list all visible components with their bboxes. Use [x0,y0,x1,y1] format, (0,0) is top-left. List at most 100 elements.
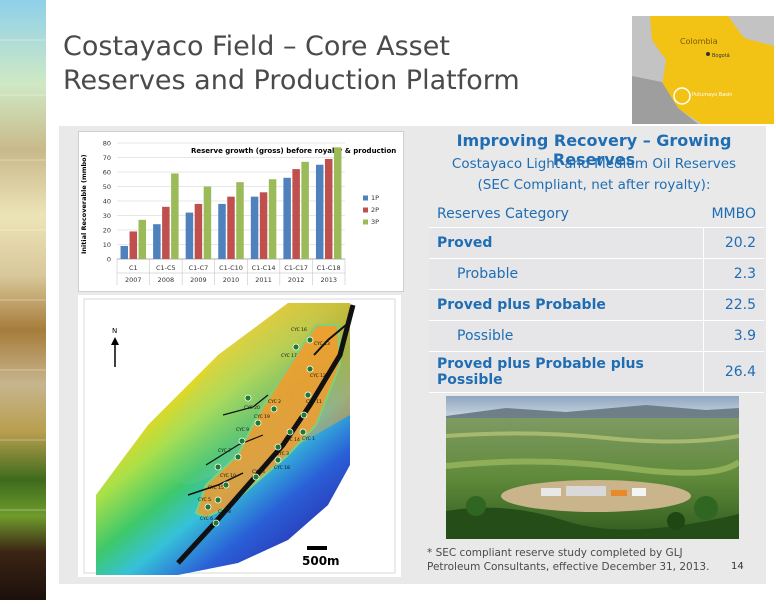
x-tick-label: C1-C18 [317,264,341,272]
y-tick-label: 50 [103,183,111,191]
well-label: CYC 3 [276,451,289,457]
x-tick-label: C1-C7 [189,264,209,272]
y-tick-label: 10 [103,241,111,249]
bar-2p-c1-c18 [324,158,333,259]
well-label: CYC 2 [268,399,281,405]
well-label: CYC 10 [220,473,236,479]
legend-swatch-1p [363,195,368,201]
well-label: CYC 8 [218,509,231,515]
bar-3p-c1-c5 [171,173,179,259]
x-tick-label: C1-C17 [284,264,308,272]
bar-3p-c1-c18 [333,147,342,259]
well-label: CYC 13 [314,341,330,347]
reserve-category-label: Proved plus Probable plus Possible [429,351,704,393]
chart-svg: Reserve growth (gross) before royalty & … [80,140,396,285]
chart-y-axis-label: Initial Recoverable (mmbo) [80,154,88,254]
location-map: Colombia Bogotá Putumayo Basin [632,16,774,124]
well-label: CYC 9 [236,427,249,433]
reserve-category-label: Proved [429,227,704,259]
scale-bar [307,546,327,550]
x-tick-label: C1-C10 [219,264,243,272]
year-label: 2012 [288,276,305,284]
title-line-2: Reserves and Production Platform [63,65,520,96]
well-label: CYC 5 [198,497,211,503]
well-label: CYC 20 [244,405,260,411]
table-row: Probable 2.3 [429,258,764,290]
x-tick-label: C1 [129,264,138,272]
well-label: CYC 11 [306,399,322,405]
bar-1p-c1-c10 [218,203,226,259]
city-label: Bogotá [712,52,730,59]
bar-1p-c1-c17 [283,177,291,259]
bar-3p-c1 [138,219,147,259]
legend-swatch-3p [363,219,368,225]
footnote: * SEC compliant reserve study completed … [427,547,710,573]
column-header-mmbo: MMBO [703,201,764,228]
reserves-subtitle-2: (SEC Compliant, net after royalty): [477,177,711,193]
bar-2p-c1-c7 [194,203,203,259]
legend-label-1p: 1P [371,194,379,202]
year-label: 2011 [255,276,272,284]
table-header-row: Reserves Category MMBO [429,201,764,228]
bar-3p-c1-c14 [268,179,277,259]
basin-label: Putumayo Basin [692,92,732,98]
bar-1p-c1-c5 [153,224,161,259]
bar-1p-c1 [120,245,129,259]
well-label: CYC 7 [218,448,231,454]
y-tick-label: 20 [103,227,111,235]
legend-label-2p: 2P [371,206,379,214]
x-tick-label: C1-C5 [156,264,176,272]
title-line-1: Costayaco Field – Core Asset [63,31,450,62]
column-header-category: Reserves Category [429,201,704,228]
bar-3p-c1-c17 [301,161,309,259]
year-label: 2013 [320,276,337,284]
well-label: CYC 16 [291,327,307,333]
bar-3p-c1-c10 [236,182,244,259]
well-label: CYC 1 [302,436,315,442]
reserve-value: 2.3 [702,258,764,290]
y-tick-label: 70 [103,154,111,162]
decorative-stripe [0,0,46,600]
reserve-growth-chart: Reserve growth (gross) before royalty & … [78,131,404,292]
well-label: CYC 6 [200,516,213,522]
y-tick-label: 0 [107,256,111,264]
well-label: CYC 18 [274,465,290,471]
y-tick-label: 30 [103,212,111,220]
bar-1p-c1-c18 [315,164,324,259]
page-number: 14 [731,561,744,572]
chart-title: Reserve growth (gross) before royalty & … [191,147,396,155]
structure-contour-map: N 500m CYC 17 CYC 13 CYC 16 CYC 12 CYC 11 CYC… [78,295,401,577]
field-photo [446,396,739,539]
y-tick-label: 40 [103,198,111,206]
year-label: 2007 [125,276,142,284]
reserve-category-label: Proved plus Probable [429,289,704,321]
reserve-value: 26.4 [702,351,764,393]
bar-2p-c1 [129,231,138,259]
bar-2p-c1-c10 [227,196,235,259]
well-label: CYC 4 [252,469,265,475]
reserve-value: 20.2 [702,227,764,259]
bar-1p-c1-c14 [250,196,259,259]
well-label: CYC 12 [310,373,326,379]
legend-swatch-2p [363,207,368,213]
table-row: Proved 20.2 [429,227,764,259]
reserve-value: 3.9 [702,320,764,352]
well-label: CYC 19 [254,414,270,420]
bar-1p-c1-c7 [185,212,194,259]
bar-3p-c1-c7 [203,186,212,259]
y-tick-label: 60 [103,169,111,177]
reserves-subtitle-1: Costayaco Light and Medium Oil Reserves [451,156,737,172]
legend-label-3p: 3P [371,218,379,226]
x-tick-label: C1-C14 [252,264,276,272]
year-label: 2010 [223,276,240,284]
year-label: 2008 [158,276,175,284]
north-label: N [112,327,117,335]
bar-2p-c1-c17 [292,169,300,259]
table-row: Proved plus Probable 22.5 [429,289,764,321]
bar-2p-c1-c14 [259,192,268,259]
well-label: CYC 17 [281,353,297,359]
bar-2p-c1-c5 [162,206,170,259]
reserves-table: Reserves Category MMBO Proved 20.2 Probabl… [429,201,764,393]
reserve-category-label: Probable [429,258,704,290]
table-row: Possible 3.9 [429,320,764,352]
